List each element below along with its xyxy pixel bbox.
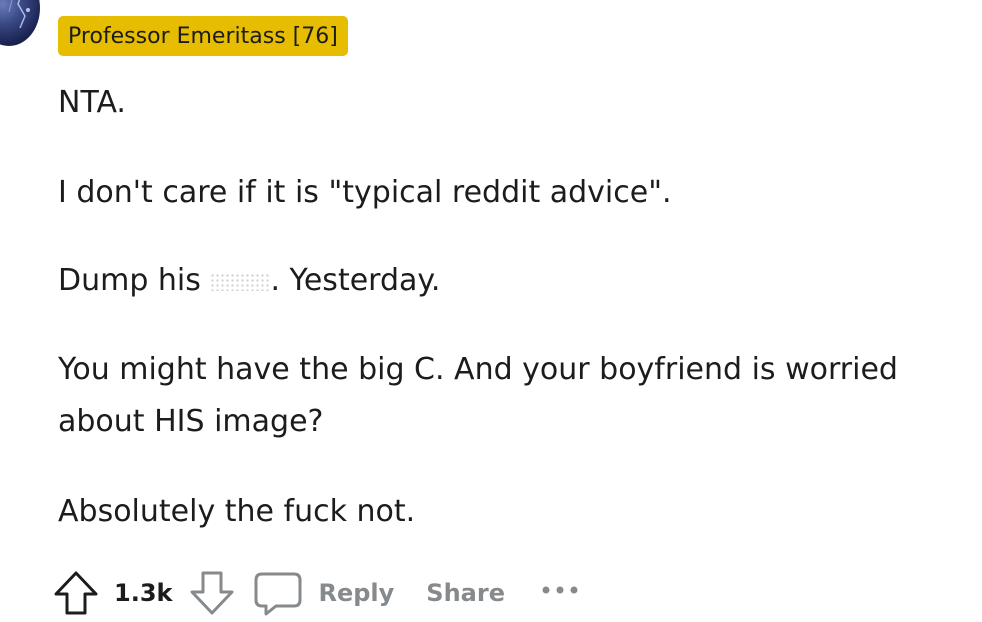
reply-button[interactable]: Reply — [318, 579, 394, 607]
more-dots-icon[interactable] — [539, 580, 581, 600]
paragraph-text: Dump his — [58, 263, 211, 298]
redacted-word — [210, 272, 271, 291]
vote-count: 1.3k — [114, 579, 173, 607]
comment-paragraph: I don't care if it is "typical reddit ad… — [58, 175, 672, 210]
downvote-arrow-icon[interactable] — [188, 568, 236, 618]
author-line-cropped — [118, 0, 418, 4]
comment-paragraph: Absolutely the fuck not. — [58, 494, 416, 529]
user-flair: Professor Emeritass [76] — [58, 16, 348, 56]
comment-paragraph: You might have the big C. And your boyfr… — [58, 352, 898, 387]
share-button[interactable]: Share — [426, 579, 505, 607]
user-avatar[interactable] — [0, 0, 40, 46]
comment-bubble-icon[interactable] — [254, 568, 302, 618]
comment-paragraph-continuation: about HIS image? — [58, 404, 324, 439]
avatar-image — [8, 0, 30, 29]
paragraph-text: . Yesterday. — [270, 263, 441, 298]
upvote-arrow-icon[interactable] — [52, 568, 100, 618]
author-line-fragment — [118, 0, 418, 4]
comment-paragraph: NTA. — [58, 85, 126, 120]
comment-action-bar: 1.3k Reply Share — [52, 568, 581, 618]
comment-paragraph: Dump his . Yesterday. — [58, 255, 440, 307]
